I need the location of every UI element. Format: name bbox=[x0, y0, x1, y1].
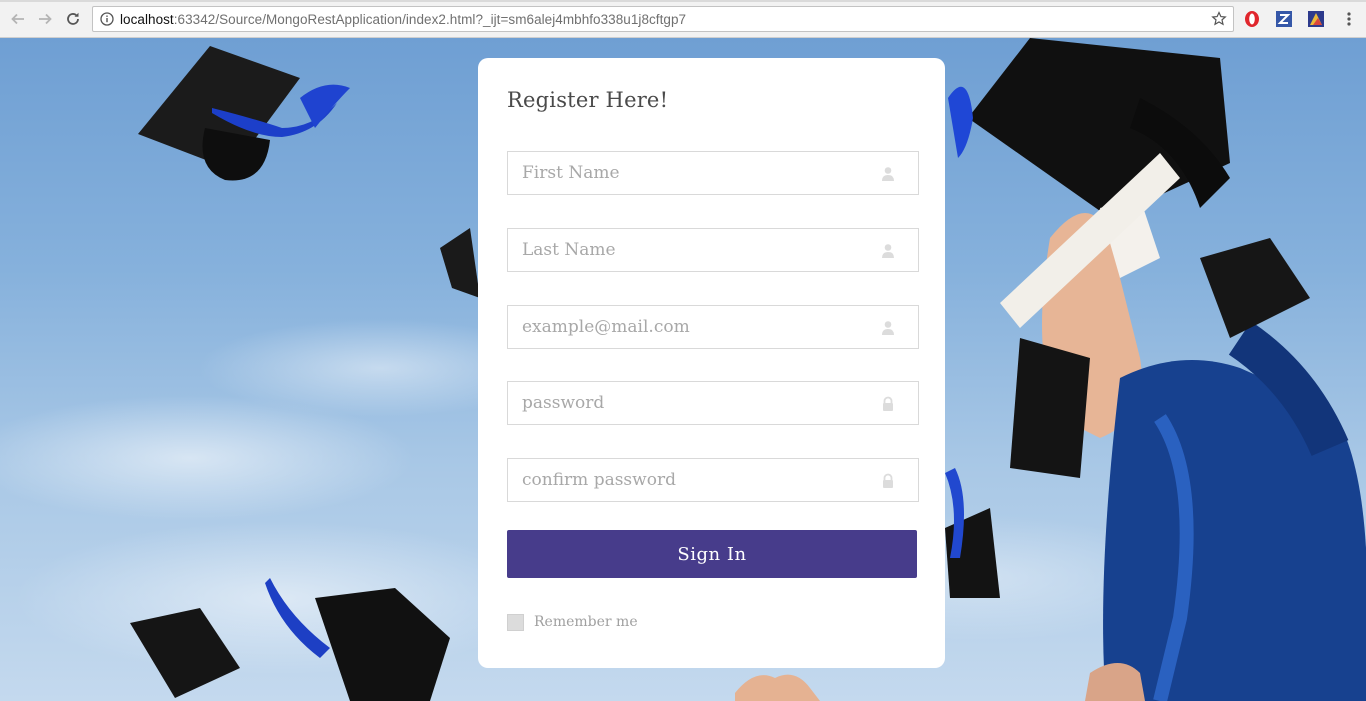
lock-icon bbox=[883, 396, 893, 411]
register-card: Register Here! First Name Last Name exam… bbox=[478, 58, 945, 668]
evernote-like-extension-icon bbox=[1308, 11, 1324, 27]
arrow-right-icon bbox=[39, 13, 52, 25]
page-background: Register Here! First Name Last Name exam… bbox=[0, 38, 1366, 701]
third-extension-button[interactable] bbox=[1307, 10, 1325, 28]
sign-in-button[interactable]: Sign In bbox=[507, 530, 917, 578]
z-extension-icon bbox=[1276, 11, 1292, 27]
lock-icon bbox=[883, 473, 893, 488]
user-icon bbox=[882, 321, 894, 335]
last-name-field[interactable] bbox=[507, 228, 919, 272]
page-title: Register Here! bbox=[507, 88, 669, 112]
star-icon[interactable] bbox=[1211, 11, 1227, 27]
email-input[interactable] bbox=[508, 306, 918, 348]
confirm-password-field[interactable] bbox=[507, 458, 919, 502]
password-field[interactable] bbox=[507, 381, 919, 425]
first-name-input[interactable] bbox=[508, 152, 918, 194]
remember-me-label: Remember me bbox=[534, 614, 638, 630]
url-path: :63342/Source/MongoRestApplication/index… bbox=[173, 11, 687, 27]
url-text: localhost:63342/Source/MongoRestApplicat… bbox=[120, 12, 686, 27]
url-host: localhost bbox=[120, 11, 174, 27]
user-icon bbox=[882, 167, 894, 181]
user-icon bbox=[882, 244, 894, 258]
reload-icon bbox=[67, 12, 79, 25]
last-name-input[interactable] bbox=[508, 229, 918, 271]
tab-strip bbox=[0, 0, 1366, 2]
remember-me-row: Remember me bbox=[507, 613, 638, 631]
browser-menu-button[interactable] bbox=[1340, 10, 1358, 28]
back-button[interactable] bbox=[8, 9, 28, 29]
reload-button[interactable] bbox=[63, 9, 83, 29]
remember-me-checkbox[interactable] bbox=[507, 613, 524, 631]
info-icon[interactable] bbox=[100, 12, 114, 26]
email-field[interactable] bbox=[507, 305, 919, 349]
address-bar[interactable]: localhost:63342/Source/MongoRestApplicat… bbox=[92, 6, 1234, 32]
password-input[interactable] bbox=[508, 382, 918, 424]
confirm-password-input[interactable] bbox=[508, 459, 918, 501]
opera-extension-button[interactable] bbox=[1243, 10, 1261, 28]
opera-icon bbox=[1245, 11, 1259, 27]
forward-button[interactable] bbox=[35, 9, 55, 29]
z-extension-button[interactable] bbox=[1275, 10, 1293, 28]
kebab-menu-icon bbox=[1347, 12, 1351, 26]
arrow-left-icon bbox=[11, 13, 24, 25]
browser-toolbar: localhost:63342/Source/MongoRestApplicat… bbox=[0, 0, 1366, 38]
first-name-field[interactable] bbox=[507, 151, 919, 195]
